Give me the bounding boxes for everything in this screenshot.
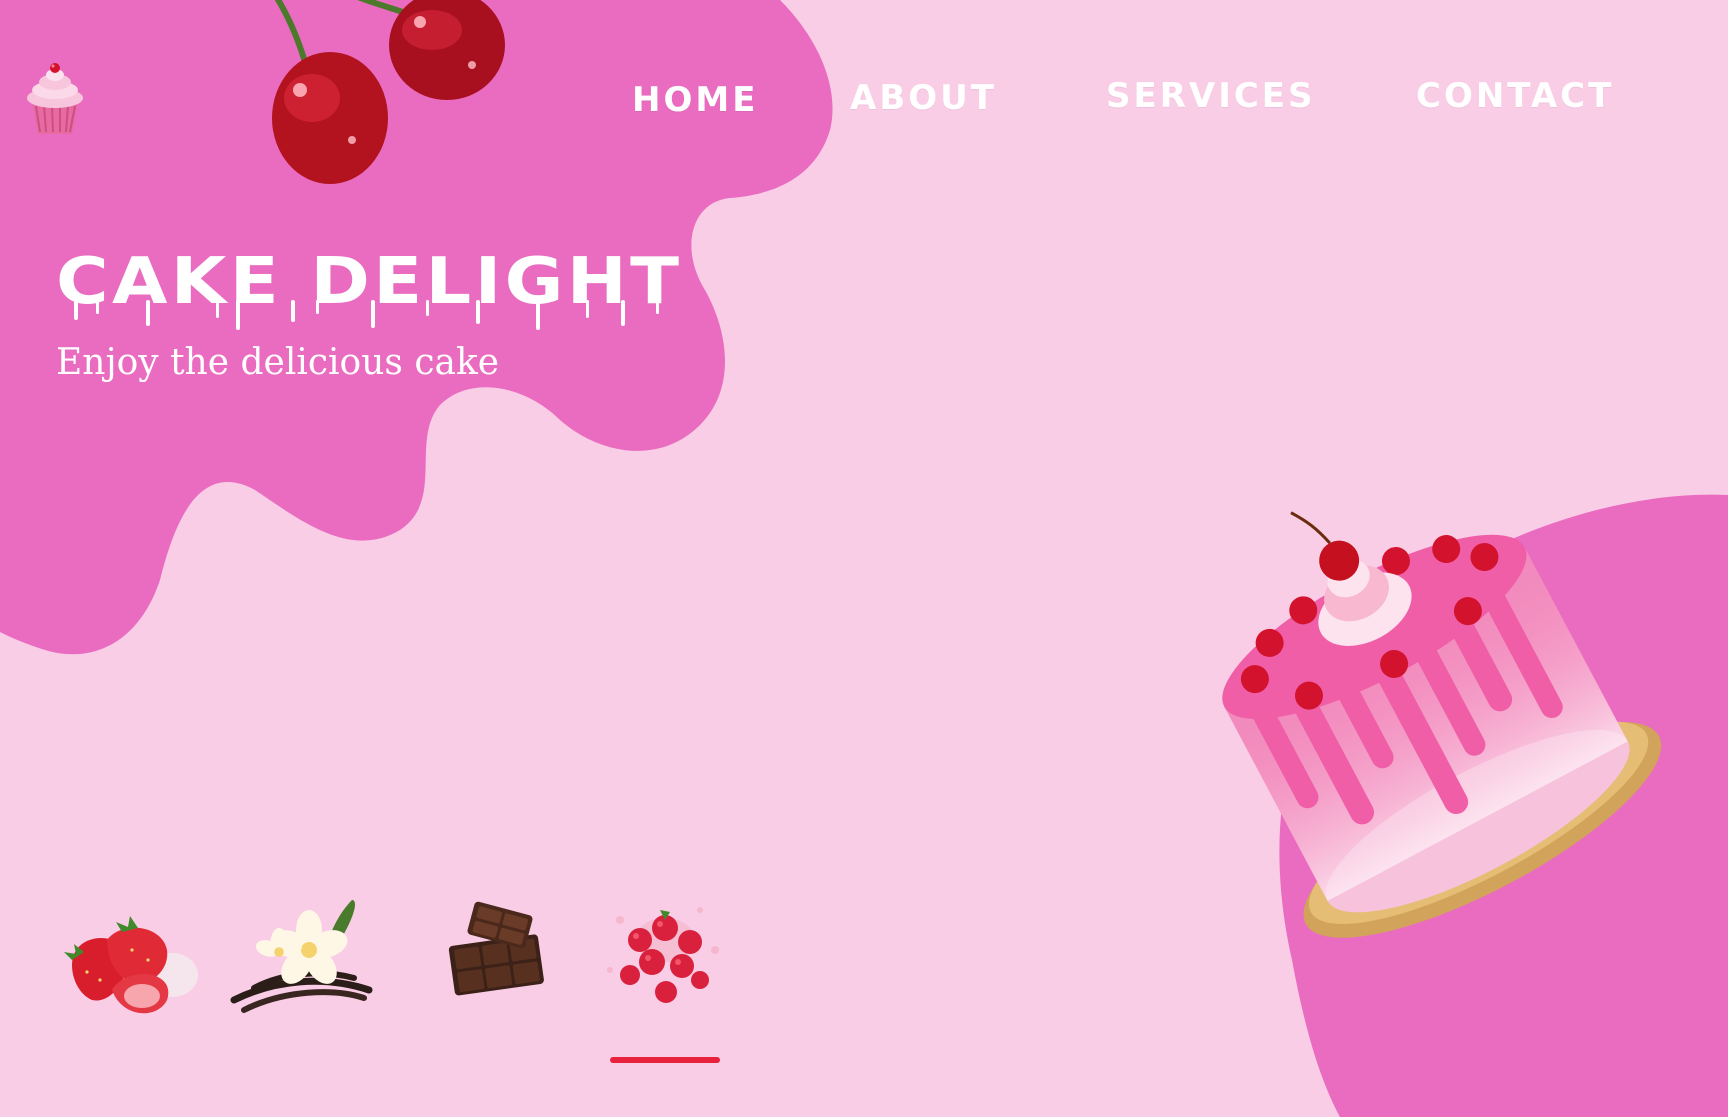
chocolate-icon	[448, 901, 544, 996]
raspberry-icon	[607, 907, 719, 1003]
nav-contact[interactable]: CONTACT	[1416, 76, 1614, 116]
hero-subtitle: Enjoy the delicious cake	[56, 342, 500, 383]
flavor-raspberry[interactable]	[590, 880, 740, 1030]
nav-services[interactable]: SERVICES	[1106, 76, 1316, 116]
drip-cake-icon	[1222, 511, 1662, 938]
hero-section: HOME ABOUT SERVICES CONTACT CAKE DELIGHT…	[0, 0, 1728, 1117]
nav-home[interactable]: HOME	[632, 80, 758, 120]
title-drip-decoration	[74, 300, 659, 330]
flavor-selector	[0, 880, 760, 1030]
strawberry-icon	[64, 916, 198, 1014]
vanilla-flower-icon	[230, 900, 373, 1013]
main-nav: HOME ABOUT SERVICES CONTACT	[0, 72, 1728, 132]
flavor-vanilla[interactable]	[224, 880, 374, 1030]
flavor-strawberry[interactable]	[52, 880, 202, 1030]
selected-flavor-indicator	[610, 1057, 720, 1063]
flavor-chocolate[interactable]	[420, 880, 570, 1030]
nav-about[interactable]: ABOUT	[850, 78, 997, 118]
